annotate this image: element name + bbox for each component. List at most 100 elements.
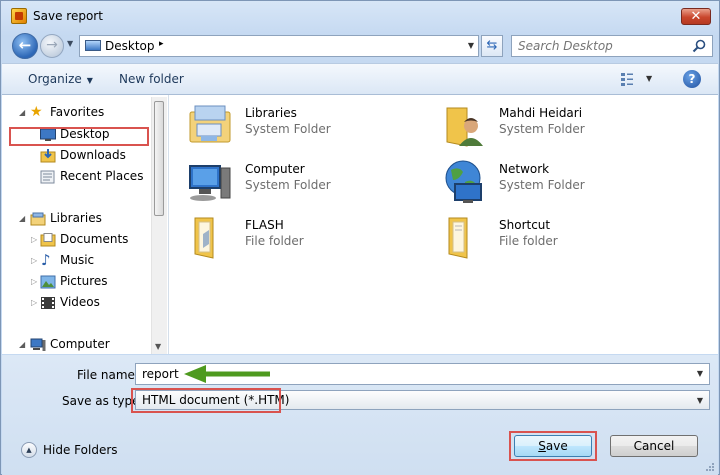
- favorites-label: Favorites: [50, 105, 105, 119]
- address-location[interactable]: Desktop: [105, 39, 155, 53]
- chevron-down-icon: ▼: [86, 76, 93, 85]
- libraries-icon: [189, 105, 231, 143]
- title-bar: Save report ✕: [1, 1, 719, 31]
- file-item-network[interactable]: Network System Folder: [441, 156, 691, 210]
- collapsed-triangle-icon[interactable]: ▷: [31, 256, 37, 265]
- file-type: System Folder: [245, 122, 331, 136]
- save-highlight-box: [509, 431, 597, 461]
- sidebar-scrollbar[interactable]: ▼: [151, 97, 167, 354]
- folder-icon: [194, 217, 214, 259]
- sidebar-item-label: Videos: [60, 295, 100, 309]
- sidebar-item-recent-places[interactable]: Recent Places: [2, 168, 150, 186]
- views-icon[interactable]: [620, 72, 634, 86]
- scroll-down-icon[interactable]: ▼: [155, 342, 161, 351]
- save-type-dropdown-icon[interactable]: ▼: [697, 396, 703, 405]
- chevron-up-icon: ▲: [21, 442, 37, 458]
- address-chevron-icon[interactable]: ▸: [159, 39, 164, 49]
- help-icon[interactable]: ?: [683, 70, 701, 88]
- save-dialog: Save report ✕ ← → ▼ Desktop ▸ ▼ ⇆ Organi…: [0, 0, 720, 475]
- file-name: Mahdi Heidari: [499, 106, 583, 120]
- file-type: File folder: [245, 234, 304, 248]
- hide-folders-label: Hide Folders: [43, 443, 118, 457]
- sidebar-item-label: Music: [60, 253, 95, 267]
- back-button[interactable]: ←: [12, 33, 38, 59]
- file-type: System Folder: [499, 122, 585, 136]
- sidebar-item-pictures[interactable]: ▷ Pictures: [2, 273, 150, 291]
- app-icon: [11, 8, 27, 24]
- file-list-pane: Libraries System Folder Mahdi Heidari Sy…: [169, 95, 718, 354]
- libraries-label: Libraries: [50, 211, 102, 225]
- file-item-shortcut[interactable]: Shortcut File folder: [441, 212, 691, 266]
- file-name: FLASH: [245, 218, 284, 232]
- search-input[interactable]: [518, 39, 688, 53]
- file-item-mahdi-heidari[interactable]: Mahdi Heidari System Folder: [441, 100, 691, 154]
- scrollbar-thumb[interactable]: [154, 101, 164, 216]
- organize-label: Organize: [28, 72, 82, 86]
- file-name-label: File name:: [77, 368, 139, 382]
- window-title: Save report: [33, 9, 103, 23]
- sidebar-item-music[interactable]: ▷ ♪ Music: [2, 251, 150, 270]
- file-type: System Folder: [245, 178, 331, 192]
- downloads-icon: [40, 149, 56, 163]
- desktop-highlight-box: [9, 127, 149, 146]
- file-name-value[interactable]: report: [142, 367, 179, 381]
- folder-icon: [448, 217, 468, 259]
- collapsed-triangle-icon[interactable]: ▷: [31, 298, 37, 307]
- file-item-flash[interactable]: FLASH File folder: [187, 212, 437, 266]
- collapsed-triangle-icon[interactable]: ▷: [31, 277, 37, 286]
- navigation-bar: ← → ▼ Desktop ▸ ▼ ⇆: [1, 32, 719, 60]
- save-form: File name: report ▼ Save as type: HTML d…: [2, 355, 718, 475]
- file-name-dropdown-icon[interactable]: ▼: [697, 369, 703, 378]
- sidebar-group-favorites[interactable]: ◢ ★ Favorites: [2, 104, 150, 122]
- history-dropdown-icon[interactable]: ▼: [67, 39, 73, 48]
- command-bar: Organize ▼ New folder ▼ ?: [2, 63, 718, 95]
- sidebar-group-computer[interactable]: ◢ Computer: [2, 336, 150, 354]
- network-icon: [445, 160, 482, 203]
- sidebar-item-label: Documents: [60, 232, 129, 246]
- sidebar-item-label: Recent Places: [60, 169, 144, 183]
- sidebar-item-documents[interactable]: ▷ Documents: [2, 231, 150, 249]
- libraries-icon: [30, 212, 46, 226]
- file-type: File folder: [499, 234, 558, 248]
- file-item-computer[interactable]: Computer System Folder: [187, 156, 437, 210]
- refresh-button[interactable]: ⇆: [481, 35, 503, 57]
- address-dropdown-icon[interactable]: ▼: [468, 41, 474, 50]
- expanded-triangle-icon[interactable]: ◢: [19, 340, 25, 349]
- desktop-icon: [85, 40, 101, 51]
- search-icon[interactable]: [692, 39, 706, 53]
- search-box[interactable]: [511, 35, 713, 57]
- recent-places-icon: [40, 170, 55, 184]
- sidebar-item-videos[interactable]: ▷ Videos: [2, 294, 150, 312]
- documents-icon: [40, 233, 56, 247]
- close-button[interactable]: ✕: [681, 8, 711, 25]
- computer-label: Computer: [50, 337, 110, 351]
- expanded-triangle-icon[interactable]: ◢: [19, 108, 25, 117]
- cancel-button[interactable]: Cancel: [610, 435, 698, 457]
- expanded-triangle-icon[interactable]: ◢: [19, 214, 25, 223]
- file-name: Computer: [245, 162, 305, 176]
- file-name: Libraries: [245, 106, 297, 120]
- views-dropdown-icon[interactable]: ▼: [646, 74, 652, 83]
- file-name: Network: [499, 162, 550, 176]
- new-folder-button[interactable]: New folder: [119, 72, 184, 86]
- user-folder-icon: [446, 107, 483, 147]
- annotation-arrow-icon: [184, 365, 270, 383]
- file-item-libraries[interactable]: Libraries System Folder: [187, 100, 437, 154]
- resize-grip-icon[interactable]: [705, 462, 715, 472]
- file-type: System Folder: [499, 178, 585, 192]
- forward-button[interactable]: →: [40, 34, 64, 58]
- sidebar-item-downloads[interactable]: Downloads: [2, 147, 150, 165]
- address-bar[interactable]: Desktop ▸ ▼: [79, 35, 479, 57]
- sidebar-item-label: Pictures: [60, 274, 108, 288]
- computer-icon: [189, 165, 231, 201]
- star-icon: ★: [30, 104, 43, 120]
- pictures-icon: [40, 275, 56, 289]
- computer-icon: [30, 338, 46, 351]
- videos-icon: [41, 297, 55, 309]
- collapsed-triangle-icon[interactable]: ▷: [31, 235, 37, 244]
- sidebar-group-libraries[interactable]: ◢ Libraries: [2, 210, 150, 228]
- organize-button[interactable]: Organize ▼: [28, 72, 93, 86]
- save-type-highlight-box: [131, 388, 281, 413]
- music-icon: ♪: [41, 251, 51, 269]
- sidebar-item-label: Downloads: [60, 148, 126, 162]
